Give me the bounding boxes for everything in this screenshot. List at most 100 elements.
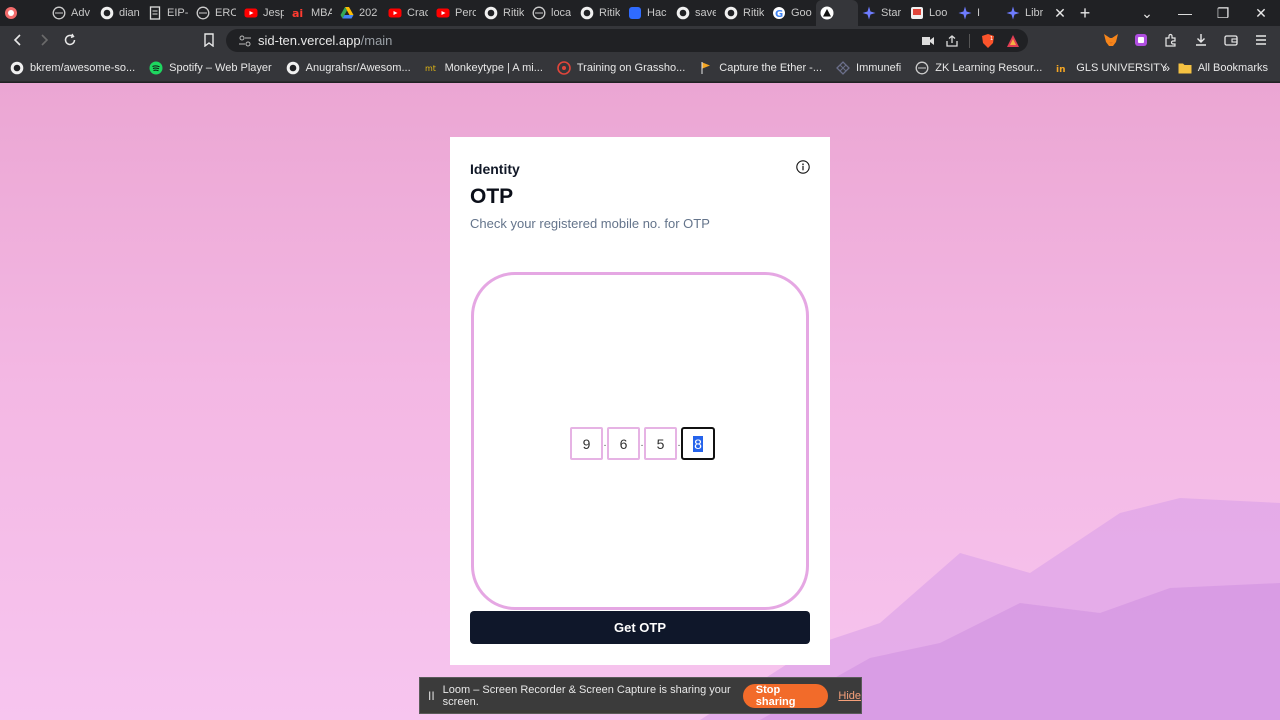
all-bookmarks-button[interactable]: All Bookmarks	[1178, 62, 1268, 74]
otp-digit-3[interactable]: 5	[644, 427, 677, 460]
close-tab-icon[interactable]: ✕	[1050, 5, 1070, 22]
browser-tab[interactable]: Ritik	[720, 0, 768, 26]
browser-tab[interactable]: Ritik	[576, 0, 624, 26]
browser-tab[interactable]: ERC	[192, 0, 240, 26]
bookmark-favicon	[10, 61, 24, 75]
browser-tab[interactable]: Hac	[624, 0, 672, 26]
tab-favicon	[676, 6, 690, 20]
back-button[interactable]	[5, 27, 31, 53]
otp-digit-2[interactable]: 6	[607, 427, 640, 460]
bookmark-label: Spotify – Web Player	[169, 61, 272, 74]
get-otp-button[interactable]: Get OTP	[470, 611, 810, 644]
tab-title: dian	[119, 7, 140, 19]
menu-button[interactable]	[1248, 27, 1274, 53]
browser-tab[interactable]: Loo	[906, 0, 954, 26]
tab-favicon	[52, 6, 66, 20]
brave-rewards-icon[interactable]	[1006, 34, 1020, 48]
tab-list: Adv dian EIP- ERC Jesp ai MBA 202 Crac Perc Ritik l…	[0, 0, 1050, 26]
tab-title: save	[695, 7, 716, 19]
site-settings-icon[interactable]	[238, 35, 252, 47]
camera-icon[interactable]	[921, 35, 935, 47]
tab-strip: Adv dian EIP- ERC Jesp ai MBA 202 Crac Perc Ritik l…	[0, 0, 1280, 26]
browser-tab[interactable]: I	[954, 0, 1002, 26]
browser-tab[interactable]: Jesp	[240, 0, 288, 26]
minimize-button[interactable]: —	[1166, 5, 1204, 22]
tab-title: Adv	[71, 7, 90, 19]
bookmark-favicon	[149, 61, 163, 75]
browser-tab[interactable]: ai MBA	[288, 0, 336, 26]
share-icon[interactable]	[945, 34, 959, 48]
google-icon: G	[773, 7, 785, 20]
svg-text:1: 1	[990, 36, 993, 42]
bookmark-item[interactable]: bkrem/awesome-so...	[10, 61, 135, 75]
browser-tab[interactable]: save	[672, 0, 720, 26]
close-window-button[interactable]: ✕	[1242, 5, 1280, 22]
new-tab-button[interactable]: +	[1070, 3, 1100, 24]
wallet-button[interactable]	[1218, 27, 1244, 53]
github-icon	[724, 6, 738, 20]
monkeytype-icon: mt	[425, 64, 436, 73]
bookmark-page-button[interactable]	[196, 27, 222, 53]
url-path: /main	[360, 33, 393, 48]
card-subtitle: Check your registered mobile no. for OTP	[470, 216, 710, 231]
bookmark-item[interactable]: Spotify – Web Player	[149, 61, 272, 75]
wallet-icon	[1224, 35, 1238, 46]
spotify-icon	[149, 61, 163, 74]
browser-tab[interactable]: dian	[96, 0, 144, 26]
forward-button[interactable]	[31, 27, 57, 53]
reload-button[interactable]	[57, 27, 83, 53]
tab-search-chevron-icon[interactable]: ⌄	[1128, 5, 1166, 22]
card-eyebrow: Identity	[470, 161, 520, 177]
loom-icon	[911, 7, 923, 19]
bookmark-item[interactable]: Anugrahsr/Awesom...	[286, 61, 411, 75]
extensions-button[interactable]	[1158, 27, 1184, 53]
github-icon	[286, 61, 299, 74]
bookmark-item[interactable]: Immunefi	[836, 60, 901, 75]
browser-tab[interactable]: Star	[858, 0, 906, 26]
starknet-icon	[1006, 6, 1020, 20]
tab-title: I	[977, 7, 981, 19]
bookmark-item[interactable]: in GLS UNIVERSITY	[1056, 61, 1167, 75]
grasshopper-icon	[557, 60, 571, 75]
brave-shield-icon[interactable]: 1	[980, 33, 996, 49]
browser-tab[interactable]: Crac	[384, 0, 432, 26]
bookmark-item[interactable]: Capture the Ether -...	[699, 61, 822, 75]
maximize-button[interactable]: ❐	[1204, 5, 1242, 22]
browser-tab[interactable]	[816, 0, 858, 26]
browser-tab[interactable]: Libr	[1002, 0, 1050, 26]
tab-favicon	[958, 6, 972, 20]
browser-tab[interactable]: Perc	[432, 0, 480, 26]
browser-tab[interactable]	[0, 0, 48, 26]
immunefi-icon	[836, 60, 850, 75]
tab-favicon: ai	[292, 6, 306, 20]
record-icon	[5, 7, 17, 19]
metamask-extension[interactable]	[1098, 27, 1124, 53]
browser-tab[interactable]: loca	[528, 0, 576, 26]
browser-tab[interactable]: EIP-	[144, 0, 192, 26]
bookmark-item[interactable]: Training on Grassho...	[557, 60, 685, 75]
tab-favicon	[484, 6, 498, 20]
github-icon	[484, 6, 498, 20]
bookmark-favicon: in	[1056, 61, 1070, 75]
bookmark-label: ZK Learning Resour...	[935, 61, 1043, 74]
hide-share-bar-link[interactable]: Hide	[838, 690, 861, 702]
address-bar[interactable]: sid-ten.vercel.app/main 1	[226, 29, 1028, 52]
github-icon	[10, 61, 24, 74]
downloads-button[interactable]	[1188, 27, 1214, 53]
purple-extension[interactable]	[1128, 27, 1154, 53]
browser-tab[interactable]: Ritik	[480, 0, 528, 26]
otp-digit-1[interactable]: 9	[570, 427, 603, 460]
stop-sharing-button[interactable]: Stop sharing	[742, 683, 829, 708]
browser-tab[interactable]: G Goo	[768, 0, 816, 26]
more-bookmarks-button[interactable]: »	[1163, 61, 1170, 75]
bookmarks-bar: bkrem/awesome-so... Spotify – Web Player A…	[0, 54, 1280, 82]
info-icon[interactable]	[796, 160, 810, 174]
bookmark-item[interactable]: mt Monkeytype | A mi...	[425, 61, 543, 75]
browser-tab[interactable]: 202	[336, 0, 384, 26]
bookmark-item[interactable]: ZK Learning Resour...	[915, 61, 1042, 75]
tab-title: Jesp	[263, 7, 284, 19]
hamburger-menu-icon	[1256, 35, 1266, 45]
otp-digit-4[interactable]: 8	[681, 427, 715, 460]
browser-tab[interactable]: Adv	[48, 0, 96, 26]
triangle-icon	[820, 6, 834, 20]
